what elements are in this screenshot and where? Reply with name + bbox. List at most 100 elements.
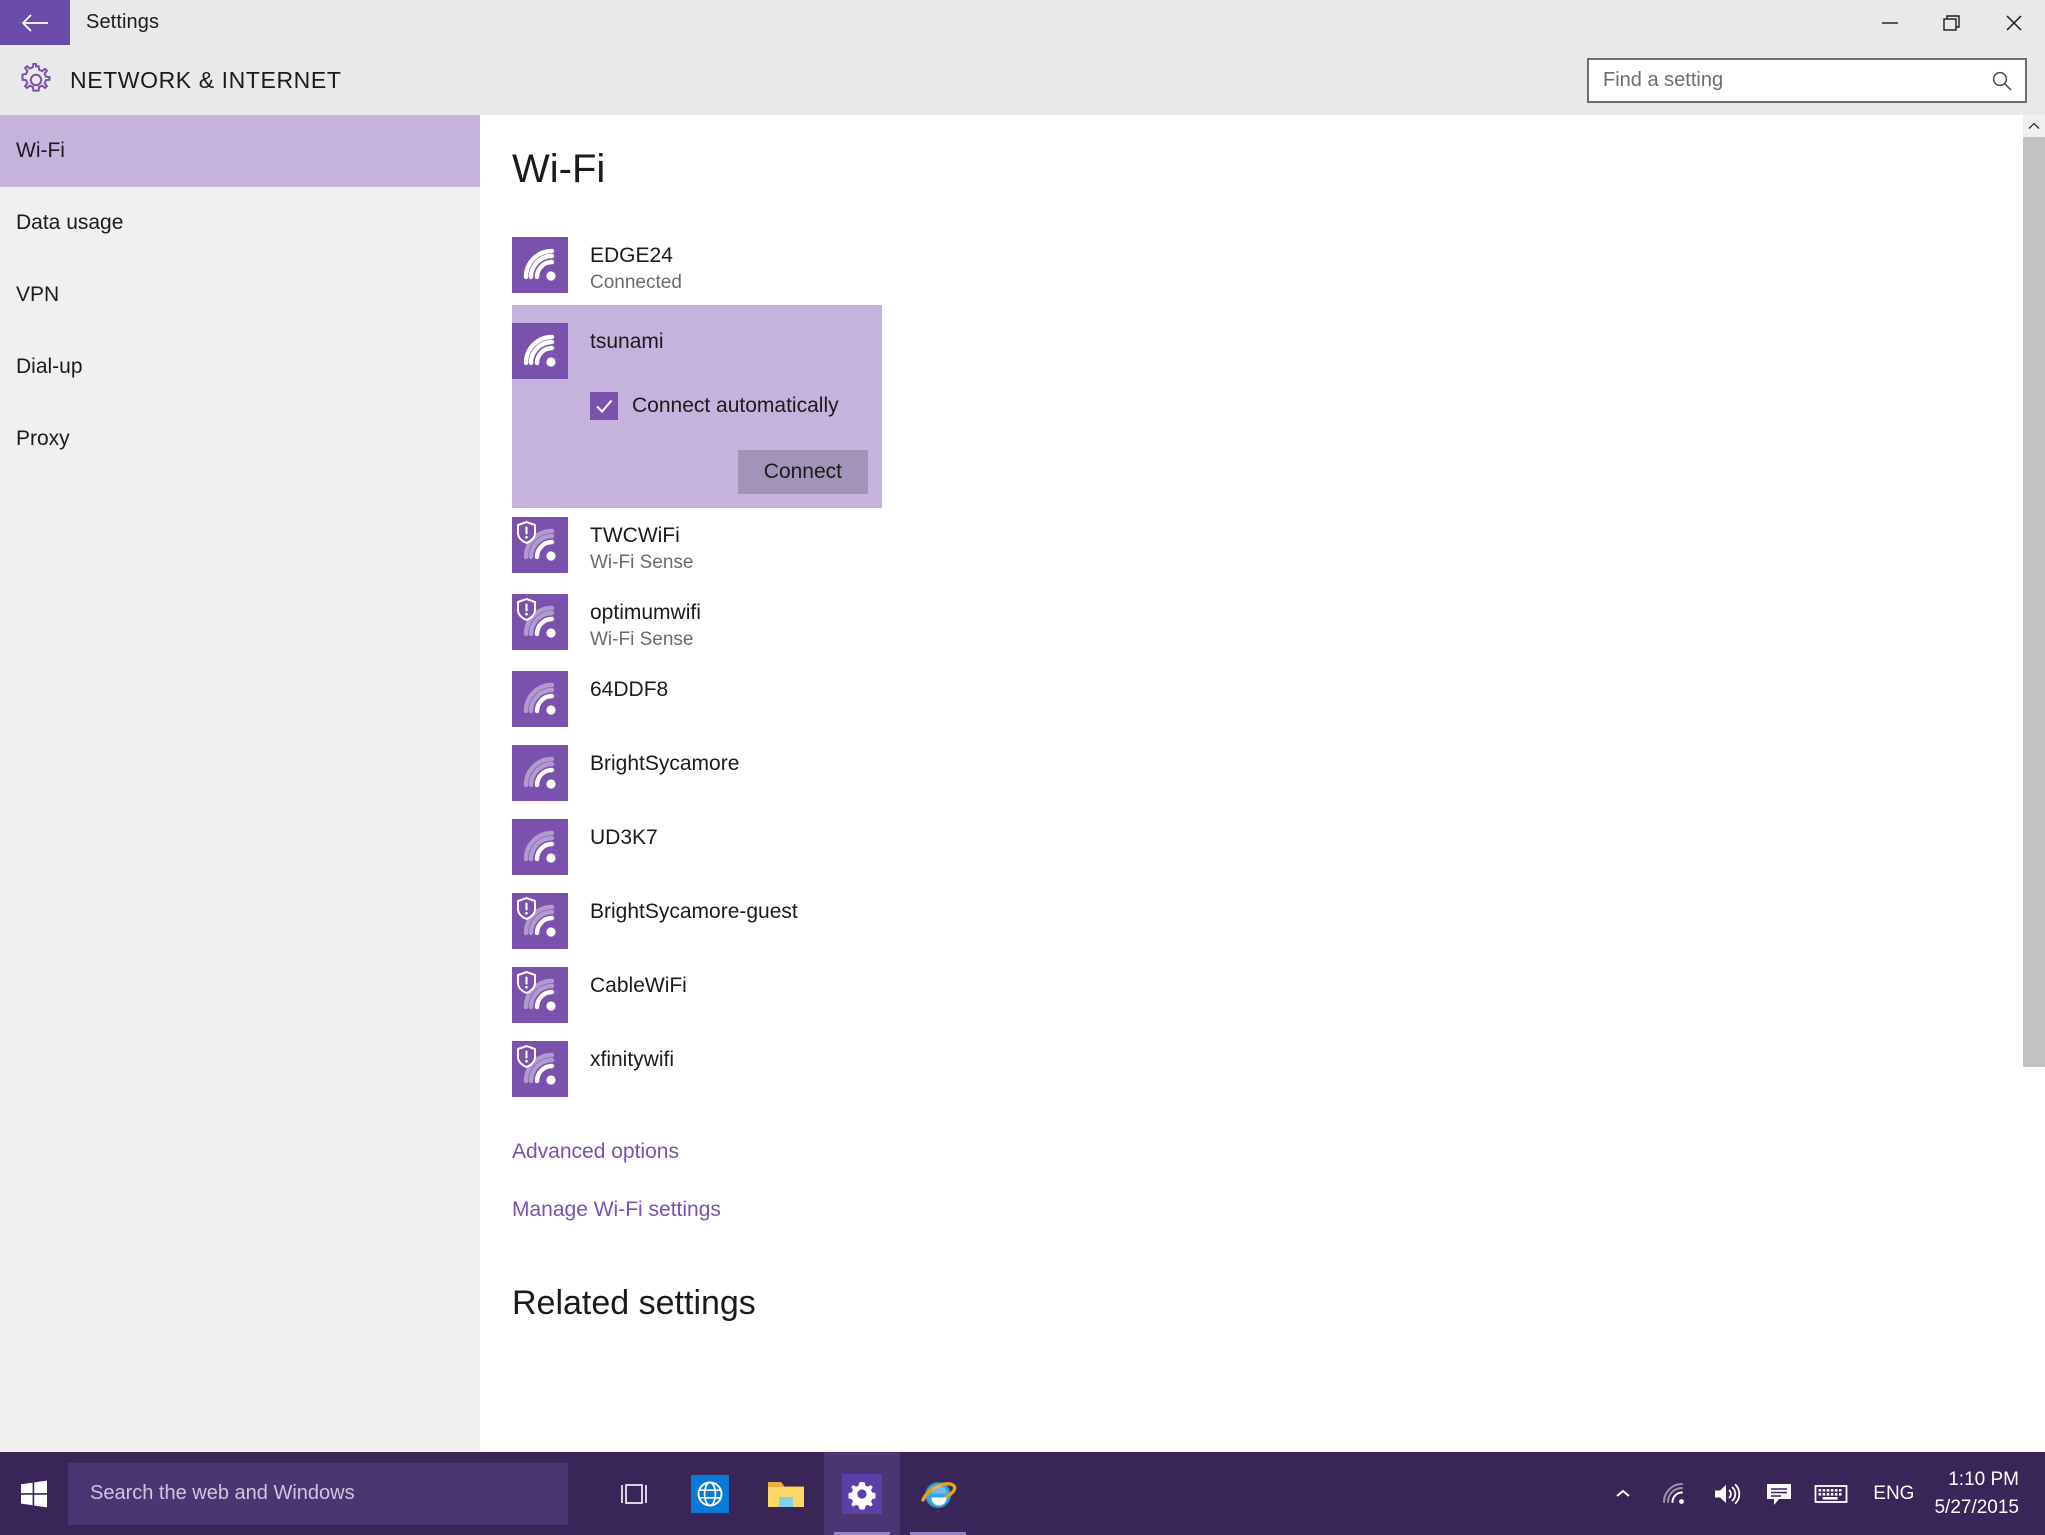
network-item-twcwifi[interactable]: TWCWiFi Wi-Fi Sense	[480, 508, 850, 585]
network-text: optimumwifi Wi-Fi Sense	[590, 594, 701, 653]
manage-wifi-settings-link[interactable]: Manage Wi-Fi settings	[512, 1198, 721, 1222]
taskbar-app-edge[interactable]	[672, 1452, 748, 1535]
window-controls	[1859, 0, 2045, 45]
network-item-64ddf8[interactable]: 64DDF8	[480, 662, 850, 736]
connect-button[interactable]: Connect	[737, 449, 868, 494]
wifi-icon	[1663, 1482, 1685, 1504]
network-status: Wi-Fi Sense	[590, 552, 694, 574]
network-text: CableWiFi	[590, 967, 687, 999]
network-item-brightsycamore-guest[interactable]: BrightSycamore-guest	[480, 884, 850, 958]
windows-start-icon	[21, 1480, 47, 1507]
network-text: UD3K7	[590, 819, 658, 851]
network-text: EDGE24 Connected	[590, 237, 682, 296]
scrollbar-thumb[interactable]	[2023, 137, 2045, 1067]
network-item-tsunami-expanded[interactable]: tsunami Connect automatically Connect	[512, 304, 882, 508]
show-hidden-icons-button[interactable]	[1597, 1452, 1649, 1535]
network-name: EDGE24	[590, 244, 673, 267]
network-text: 64DDF8	[590, 671, 668, 703]
sidebar-item-data-usage[interactable]: Data usage	[0, 187, 480, 259]
clock-date: 5/27/2015	[1934, 1496, 2019, 1518]
tray-network-button[interactable]	[1649, 1452, 1701, 1535]
close-button[interactable]	[1983, 0, 2045, 45]
card-actions: Connect	[512, 449, 868, 494]
taskbar-search-box[interactable]: Search the web and Windows	[68, 1462, 568, 1525]
network-item-ud3k7[interactable]: UD3K7	[480, 810, 850, 884]
keyboard-icon	[1814, 1484, 1848, 1503]
wifi-signal-secured-icon	[512, 892, 568, 949]
task-view-button[interactable]	[596, 1452, 672, 1535]
network-status: Connected	[590, 272, 682, 294]
window-title: Settings	[86, 11, 160, 33]
taskbar-app-file-explorer[interactable]	[748, 1452, 824, 1535]
touch-keyboard-button[interactable]	[1805, 1452, 1857, 1535]
system-tray: ENG 1:10 PM 5/27/2015	[1597, 1452, 2045, 1535]
tray-volume-button[interactable]	[1701, 1452, 1753, 1535]
language-indicator[interactable]: ENG	[1857, 1452, 1930, 1535]
search-button[interactable]	[1979, 69, 2025, 93]
shield-icon	[517, 896, 536, 920]
scroll-up-button[interactable]	[2023, 115, 2045, 137]
shield-icon	[517, 520, 536, 545]
network-name: 64DDF8	[590, 677, 669, 701]
chevron-up-icon	[1616, 1489, 1630, 1497]
back-button[interactable]	[0, 0, 70, 45]
gear-icon	[21, 63, 51, 92]
sidebar-item-label: Data usage	[16, 211, 124, 234]
action-center-button[interactable]	[1753, 1452, 1805, 1535]
speaker-icon	[1715, 1483, 1741, 1504]
sidebar-item-label: VPN	[16, 283, 60, 306]
chevron-up-icon	[2028, 122, 2040, 129]
search-input[interactable]	[1589, 69, 1979, 92]
header-gear-wrap	[16, 63, 56, 97]
page-title-header: NETWORK & INTERNET	[70, 66, 342, 93]
network-item-brightsycamore[interactable]: BrightSycamore	[480, 736, 850, 810]
edge-browser-icon	[691, 1474, 729, 1513]
settings-window: Settings NETWORK & INTERNET Find a setti…	[0, 0, 2045, 1535]
network-item-xfinitywifi[interactable]: xfinitywifi	[480, 1032, 850, 1106]
taskbar: Search the web and Windows ENG 1:10 PM 5…	[0, 1452, 2045, 1535]
action-center-icon	[1767, 1483, 1792, 1505]
start-button[interactable]	[0, 1452, 68, 1535]
related-settings-heading: Related settings	[512, 1283, 756, 1322]
wifi-signal-secured-icon	[512, 1040, 568, 1097]
find-a-setting-box[interactable]	[1587, 58, 2027, 103]
network-item-optimumwifi[interactable]: optimumwifi Wi-Fi Sense	[480, 585, 850, 662]
connect-automatically-checkbox[interactable]: Connect automatically	[590, 391, 882, 420]
wifi-signal-secured-icon	[512, 516, 568, 573]
wifi-signal-icon	[512, 322, 568, 379]
sidebar-item-wi-fi[interactable]: Wi-Fi	[0, 115, 480, 187]
back-arrow-icon	[21, 13, 48, 32]
checkbox-label: Connect automatically	[632, 393, 839, 417]
network-name: UD3K7	[590, 825, 658, 849]
advanced-options-link[interactable]: Advanced options	[512, 1140, 679, 1164]
network-text: BrightSycamore-guest	[590, 893, 798, 925]
sidebar-item-dial-up[interactable]: Dial-up	[0, 331, 480, 403]
minimize-button[interactable]	[1859, 0, 1921, 45]
wifi-signal-icon	[512, 818, 568, 875]
network-name: tsunami	[590, 329, 664, 353]
wifi-signal-icon	[512, 670, 568, 727]
network-name: CableWiFi	[590, 973, 687, 997]
taskbar-app-internet-explorer[interactable]	[900, 1452, 976, 1535]
restore-button[interactable]	[1921, 0, 1983, 45]
folder-icon	[768, 1481, 804, 1507]
taskbar-apps	[596, 1452, 976, 1535]
network-item-edge24[interactable]: EDGE24 Connected	[480, 228, 850, 305]
network-item-tsunami[interactable]: tsunami	[512, 314, 882, 388]
taskbar-app-settings[interactable]	[824, 1452, 900, 1535]
network-text: tsunami	[590, 323, 664, 355]
sidebar-item-label: Proxy	[16, 427, 70, 450]
sidebar-item-proxy[interactable]: Proxy	[0, 403, 480, 475]
scrollbar-track[interactable]	[2023, 137, 2045, 1452]
internet-explorer-icon	[921, 1481, 957, 1508]
network-item-cablewifi[interactable]: CableWiFi	[480, 958, 850, 1032]
content-scrollbar[interactable]	[2023, 115, 2045, 1452]
wifi-signal-icon	[512, 744, 568, 801]
sidebar-item-label: Dial-up	[16, 355, 83, 378]
clock-time: 1:10 PM	[1948, 1468, 2019, 1490]
wifi-signal-icon	[512, 237, 568, 293]
sidebar-item-vpn[interactable]: VPN	[0, 259, 480, 331]
wifi-signal-secured-icon	[512, 593, 568, 650]
clock[interactable]: 1:10 PM 5/27/2015	[1930, 1466, 2037, 1521]
settings-sidebar: Wi-Fi Data usage VPN Dial-up Proxy	[0, 115, 480, 1452]
